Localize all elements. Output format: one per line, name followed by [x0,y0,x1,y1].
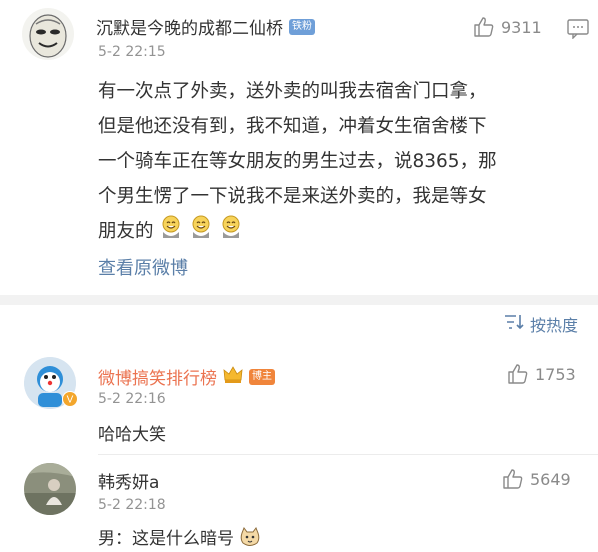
comment-author-row: 微博搞笑排行榜 博主 [98,364,275,389]
post-like-count: 9311 [501,17,542,37]
comment-icon[interactable] [567,19,589,43]
view-original-weibo-link[interactable]: 查看原微博 [98,254,188,280]
fan-badge: 铁粉 [289,18,315,35]
comment-author-name[interactable]: 韩秀妍a [98,468,159,493]
comment-like-button[interactable]: 5649 [502,468,571,490]
post-body-line: 但是他还没有到，我不知道，冲着女生宿舍楼下 [98,116,487,137]
post-body: 有一次点了外卖，送外卖的叫我去宿舍门口拿， 但是他还没有到，我不知道，冲着女生宿… [98,74,588,249]
comment-time: 5-2 22:18 [98,497,166,513]
comment-like-button[interactable]: 1753 [507,363,576,385]
cat-emoji-icon [239,526,261,552]
comment-like-count: 5649 [530,469,571,489]
post-like-button[interactable]: 9311 [473,16,542,38]
svg-text:V: V [67,395,74,406]
thumbs-up-icon [473,16,495,38]
comment-avatar[interactable] [24,463,76,515]
post-body-line: 个男生愣了一下说我不是来送外卖的，我是等女 [98,186,487,207]
comment-divider [98,454,598,455]
comment-time: 5-2 22:16 [98,391,166,407]
comment-text-row: 男：这是什么暗号 [98,524,261,552]
laughing-tears-emoji-icon [159,214,183,252]
post-author-avatar[interactable] [22,8,74,60]
thumbs-up-icon [507,363,529,385]
post-body-line: 朋友的 [98,221,154,242]
thumbs-up-icon [502,468,524,490]
sort-label: 按热度 [530,316,579,335]
post-author-name[interactable]: 沉默是今晚的成都二仙桥 [96,14,283,39]
post-body-last-line: 朋友的 [98,214,588,249]
post-time: 5-2 22:15 [98,44,166,60]
section-divider [0,295,598,305]
sort-icon [504,314,524,334]
laughing-tears-emoji-icon [189,214,213,252]
crown-icon [223,365,243,388]
post-body-line: 有一次点了外卖，送外卖的叫我去宿舍门口拿， [98,81,487,102]
laughing-tears-emoji-icon [219,214,243,252]
comment-author-name[interactable]: 微博搞笑排行榜 [98,364,217,389]
post-body-line: 一个骑车正在等女朋友的男生过去，说8365，那 [98,151,497,172]
post-author-row: 沉默是今晚的成都二仙桥 铁粉 [96,14,315,39]
blogger-badge: 博主 [249,368,275,385]
sort-by-hot-button[interactable]: 按热度 [504,312,578,336]
comment-text: 哈哈大笑 [98,425,166,445]
comment-like-count: 1753 [535,364,576,384]
verified-badge-icon: V [62,391,78,411]
comment-text: 男：这是什么暗号 [98,529,234,549]
